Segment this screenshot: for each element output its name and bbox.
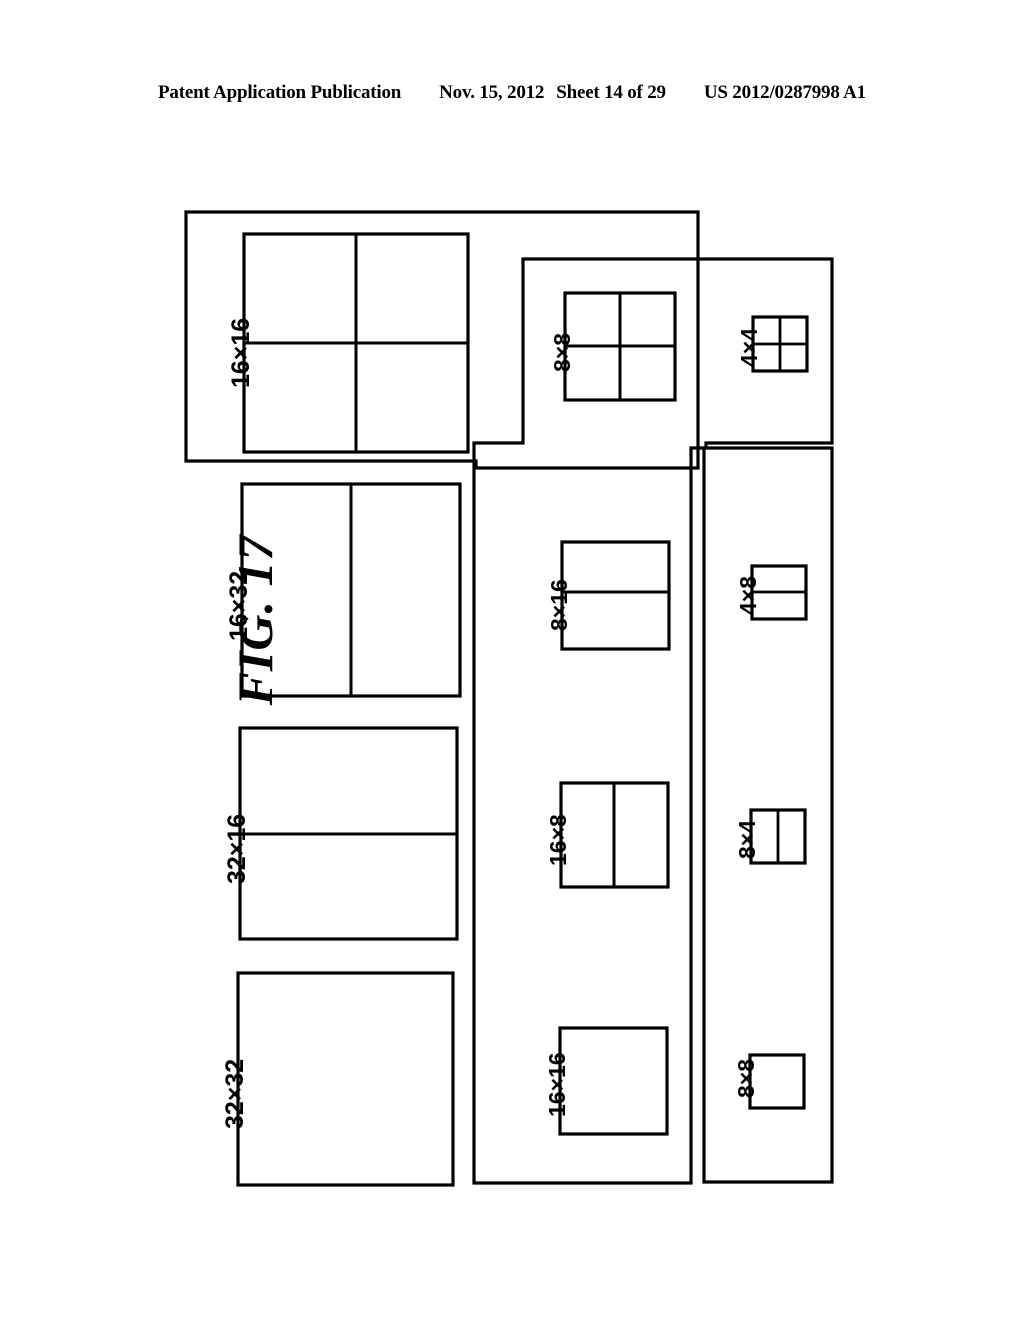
block-label-8x8-top: 8×8 [549,332,575,372]
block-8x8-top [563,291,677,402]
block-label-8x4: 8×4 [734,819,760,859]
block-32x32-outline [236,971,455,1187]
block-label-16x8: 16×8 [545,814,571,866]
block-32x32 [236,971,455,1187]
figure-svg [184,210,834,1187]
block-label-32x16: 32×16 [223,813,251,884]
figure-drawing [0,0,1024,1320]
block-label-16x16-bottom: 16×16 [544,1052,570,1117]
block-label-32x32: 32×32 [221,1058,249,1129]
block-16x16-bottom [558,1026,669,1136]
block-16x16-top [242,232,470,454]
block-8x16-outline [560,540,671,651]
block-label-8x8-bottom: 8×8 [733,1058,759,1098]
block-16x8 [559,781,670,889]
block-label-16x32: 16×32 [225,570,253,641]
block-8x16 [560,540,671,651]
block-label-4x8: 4×8 [735,575,761,615]
block-label-4x4: 4×4 [736,327,762,367]
block-label-16x16-top: 16×16 [227,317,255,388]
block-16x16-bottom-outline [558,1026,669,1136]
block-label-8x16: 8×16 [546,579,572,631]
